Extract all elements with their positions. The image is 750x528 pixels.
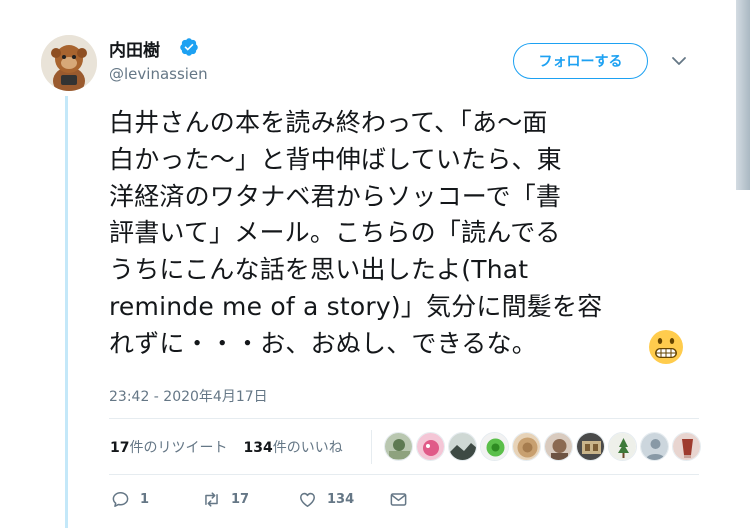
thread-line <box>65 96 68 528</box>
liker-avatar[interactable] <box>480 432 509 461</box>
tweet-line: れずに・・・お、おぬし、できるな。 <box>109 328 537 358</box>
liker-avatar[interactable] <box>576 432 605 461</box>
avatar[interactable] <box>41 35 97 91</box>
reply-count: 1 <box>140 492 150 507</box>
stats-separator <box>371 430 372 464</box>
verified-badge-icon <box>180 38 198 56</box>
scrollbar[interactable] <box>736 0 750 190</box>
retweet-button[interactable]: 17 <box>202 490 249 509</box>
liker-avatars <box>384 432 701 461</box>
tweet-line: 白井さんの本を読み終わって、「あ〜面 <box>109 108 548 137</box>
tweet-text: 白井さんの本を読み終わって、「あ〜面 白かった〜」と背中伸ばしていたら、東 洋経済の… <box>109 105 699 363</box>
liker-avatar[interactable] <box>512 432 541 461</box>
liker-avatar[interactable] <box>448 432 477 461</box>
like-stat-label: 件のいいね <box>272 440 343 456</box>
retweet-icon <box>205 492 218 507</box>
retweet-count: 17 <box>231 492 250 507</box>
divider <box>109 474 699 475</box>
tweet-line: reminde me of a story)」気分に間髪を容 <box>109 291 603 321</box>
reply-icon <box>112 492 129 507</box>
liker-avatar[interactable] <box>608 432 637 461</box>
like-stat-count: 134 <box>243 440 273 456</box>
liker-avatar[interactable] <box>672 432 701 461</box>
grimacing-face-icon <box>649 330 683 364</box>
follow-button[interactable]: フォローする <box>513 43 648 79</box>
envelope-icon <box>390 493 407 506</box>
liker-avatar[interactable] <box>384 432 413 461</box>
tweet-line: 洋経済のワタナベ君からソッコーで「書 <box>109 181 562 211</box>
like-button[interactable]: 134 <box>298 490 354 509</box>
liker-avatar[interactable] <box>416 432 445 461</box>
user-handle[interactable]: @levinassien <box>109 65 208 83</box>
divider <box>109 418 699 419</box>
like-stat[interactable]: 134件のいいね <box>243 437 342 457</box>
heart-icon <box>300 492 315 507</box>
liker-avatar[interactable] <box>640 432 669 461</box>
display-name[interactable]: 内田樹 <box>109 36 160 61</box>
tweet-line: 白かった〜」と背中伸ばしていたら、東 <box>109 144 562 174</box>
retweet-stat-count: 17 <box>110 440 130 456</box>
direct-message-button[interactable] <box>389 490 408 509</box>
tweet-stats: 17件のリツイート 134件のいいね <box>110 437 343 457</box>
retweet-stat-label: 件のリツイート <box>129 440 228 456</box>
tweet-line: 評書いて」メール。こちらの「読んでる <box>109 218 561 248</box>
tweet-timestamp[interactable]: 23:42 - 2020年4月17日 <box>109 386 268 406</box>
reply-button[interactable]: 1 <box>111 490 149 509</box>
chevron-down-icon[interactable] <box>671 55 687 67</box>
liker-avatar[interactable] <box>544 432 573 461</box>
like-count: 134 <box>327 492 355 507</box>
retweet-stat[interactable]: 17件のリツイート <box>110 437 227 457</box>
tweet-line: うちにこんな話を思い出したよ(That <box>109 255 529 285</box>
